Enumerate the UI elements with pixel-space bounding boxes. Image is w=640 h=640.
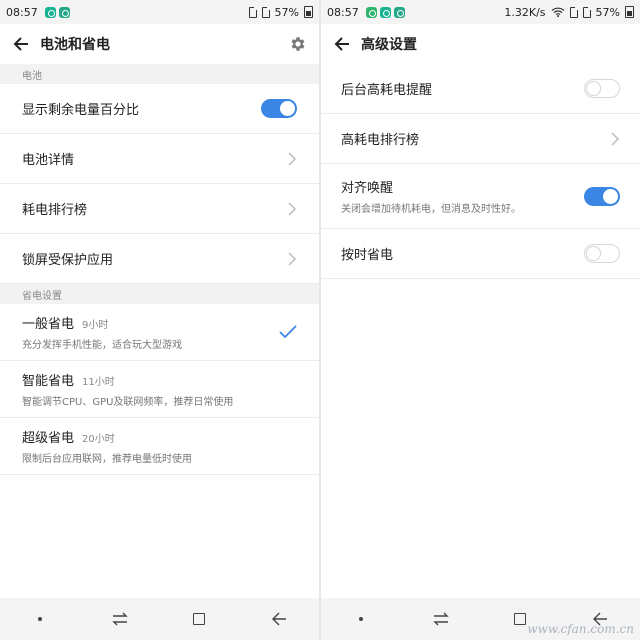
toggle-knob [586,81,601,96]
sim-card-icon [261,6,270,18]
page-title: 电池和省电 [40,37,110,53]
high-power-ranking-row[interactable]: 高耗电排行榜 [321,114,640,164]
show-battery-percent-row[interactable]: 显示剩余电量百分比 [0,84,319,134]
background-power-alert-toggle[interactable] [584,79,620,98]
section-header-battery: 电池 [0,64,319,84]
mode-text: 智能省电 11小时 智能调节CPU、GPU及联网频率，推荐日常使用 [22,370,297,408]
chevron-right-icon [288,251,297,266]
toggle-knob [280,101,295,116]
power-ranking-row[interactable]: 耗电排行榜 [0,184,319,234]
dot-shape [358,617,363,621]
advanced-settings-screen: 08:57 1.32K/s 57% 高级设置 后台高耗电提醒 高耗电排行榜 对齐… [321,0,640,640]
square-shape [514,613,527,625]
battery-details-row[interactable]: 电池详情 [0,134,319,184]
battery-settings-screen: 08:57 57% 电池和省电 电池 显示剩余电量百分比 电池详情 耗电排行榜 … [0,0,319,640]
section-header-power-saving: 省电设置 [0,284,319,304]
mode-time: 20小时 [82,434,115,445]
row-label: 耗电排行榜 [22,203,88,218]
battery-percent: 57% [274,5,299,19]
mode-description: 智能调节CPU、GPU及联网频率，推荐日常使用 [22,397,234,408]
app-bar: 电池和省电 [0,24,319,64]
app-bar: 高级设置 [321,24,640,64]
switch-icon[interactable] [105,604,135,634]
row-label: 锁屏受保护应用 [22,253,114,268]
mode-normal-row[interactable]: 一般省电 9小时 充分发挥手机性能，适合玩大型游戏 [0,304,319,361]
checkmark-icon [279,325,297,339]
mode-title: 超级省电 [22,431,75,446]
home-square-icon[interactable] [184,604,214,634]
sim-card-icon [582,6,591,18]
aligned-wakeup-toggle[interactable] [584,186,620,206]
mode-text: 超级省电 20小时 限制后台应用联网，推荐电量低时使用 [22,427,297,465]
mode-super-row[interactable]: 超级省电 20小时 限制后台应用联网，推荐电量低时使用 [0,418,319,475]
switch-icon[interactable] [426,604,456,634]
network-speed: 1.32K/s [504,5,546,19]
battery-percent: 57% [595,5,620,19]
page-title: 高级设置 [361,37,417,53]
notification-app-icon [365,6,377,18]
row-label: 按时省电 [341,248,394,263]
gear-icon[interactable] [287,33,309,55]
mode-title: 智能省电 [22,374,75,389]
status-time: 08:57 [6,5,38,19]
row-label: 高耗电排行榜 [341,133,420,148]
menu-dot-icon[interactable] [25,604,55,634]
chevron-right-icon [611,131,620,146]
navigation-bar [0,598,319,640]
watermark-text: www.cfan.com.cn [527,622,634,636]
toggle-knob [586,246,601,261]
row-description: 关闭会增加待机耗电，但消息及时性好。 [341,204,521,215]
row-label: 显示剩余电量百分比 [22,103,140,118]
wifi-icon [551,7,564,17]
row-text: 对齐唤醒 关闭会增加待机耗电，但消息及时性好。 [341,177,584,215]
mode-description: 充分发挥手机性能，适合玩大型游戏 [22,340,182,351]
notification-app-icon [44,6,56,18]
mode-description: 限制后台应用联网，推荐电量低时使用 [22,454,192,465]
notification-app-icon [379,6,391,18]
square-shape [193,613,206,625]
toggle-knob [603,188,618,204]
notification-app-icon [58,6,70,18]
status-bar: 08:57 57% [0,0,319,24]
menu-dot-icon[interactable] [346,604,376,634]
back-icon[interactable] [264,604,294,634]
row-label: 电池详情 [22,153,75,168]
battery-percent-toggle[interactable] [261,99,297,118]
aligned-wakeup-row[interactable]: 对齐唤醒 关闭会增加待机耗电，但消息及时性好。 [321,164,640,229]
sim-card-icon [248,6,257,18]
row-label: 对齐唤醒 [341,181,394,196]
chevron-right-icon [288,151,297,166]
scheduled-power-saving-toggle[interactable] [584,244,620,263]
row-label: 后台高耗电提醒 [341,83,433,98]
battery-icon [304,6,313,18]
battery-icon [625,6,634,18]
back-arrow-icon[interactable] [331,33,353,55]
status-time: 08:57 [327,5,359,19]
dot-shape [37,617,42,621]
mode-smart-row[interactable]: 智能省电 11小时 智能调节CPU、GPU及联网频率，推荐日常使用 [0,361,319,418]
scheduled-power-saving-row[interactable]: 按时省电 [321,229,640,279]
lockscreen-protected-apps-row[interactable]: 锁屏受保护应用 [0,234,319,284]
mode-time: 9小时 [82,320,109,331]
mode-title: 一般省电 [22,317,75,332]
sim-card-icon [569,6,578,18]
mode-time: 11小时 [82,377,115,388]
status-bar: 08:57 1.32K/s 57% [321,0,640,24]
chevron-right-icon [288,201,297,216]
back-arrow-icon[interactable] [10,33,32,55]
notification-app-icon [393,6,405,18]
mode-text: 一般省电 9小时 充分发挥手机性能，适合玩大型游戏 [22,313,279,351]
background-power-alert-row[interactable]: 后台高耗电提醒 [321,64,640,114]
